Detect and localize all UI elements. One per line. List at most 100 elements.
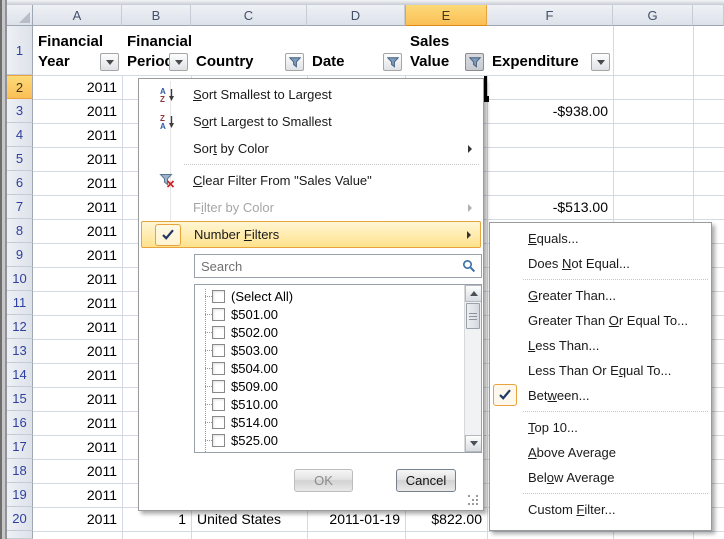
value-checkbox[interactable] xyxy=(212,452,225,453)
search-icon[interactable] xyxy=(462,259,476,273)
row-header-19[interactable]: 19 xyxy=(7,483,33,507)
row-header-7[interactable]: 7 xyxy=(7,195,33,219)
row-header-5[interactable]: 5 xyxy=(7,147,33,171)
cell-F7[interactable]: -$513.00 xyxy=(487,195,613,219)
row-header-17[interactable]: 17 xyxy=(7,435,33,459)
row-header-4[interactable]: 4 xyxy=(7,123,33,147)
scroll-down-button[interactable] xyxy=(465,435,482,452)
fill-handle[interactable] xyxy=(484,96,489,102)
cell-A10[interactable]: 2011 xyxy=(33,267,122,291)
cell-A13[interactable]: 2011 xyxy=(33,339,122,363)
field-header-D1[interactable]: Date xyxy=(307,26,405,75)
submenu-item-greater-than[interactable]: Greater Than... xyxy=(490,283,711,308)
row-header-20[interactable]: 20 xyxy=(7,507,33,531)
list-scrollbar[interactable] xyxy=(464,285,481,452)
row-header-16[interactable]: 16 xyxy=(7,411,33,435)
menu-item-clear-filter[interactable]: Clear Filter From "Sales Value" xyxy=(141,167,481,194)
filter-button-D[interactable] xyxy=(383,53,402,71)
submenu-item-less-than[interactable]: Less Than... xyxy=(490,333,711,358)
row-header-12[interactable]: 12 xyxy=(7,315,33,339)
menu-item-filter-by-color[interactable]: Filter by Color xyxy=(141,194,481,221)
filter-value-option[interactable]: $501.00 xyxy=(195,305,464,323)
row-header-11[interactable]: 11 xyxy=(7,291,33,315)
row-header-9[interactable]: 9 xyxy=(7,243,33,267)
cell-A14[interactable]: 2011 xyxy=(33,363,122,387)
resize-grip[interactable] xyxy=(468,495,480,507)
filter-button-A[interactable] xyxy=(100,53,119,71)
filter-button-F[interactable] xyxy=(591,53,610,71)
menu-item-sort-largest-to-smallest[interactable]: ZASort Largest to Smallest xyxy=(141,108,481,135)
filter-value-option[interactable]: $514.00 xyxy=(195,413,464,431)
field-header-A1[interactable]: FinancialYear xyxy=(33,26,122,75)
value-checkbox[interactable] xyxy=(212,308,225,321)
column-header-G[interactable]: G xyxy=(613,5,693,26)
row-header-15[interactable]: 15 xyxy=(7,387,33,411)
cell-F3[interactable]: -$938.00 xyxy=(487,99,613,123)
cell-A17[interactable]: 2011 xyxy=(33,435,122,459)
column-header-E[interactable]: E xyxy=(405,5,487,26)
submenu-item-does-not-equal[interactable]: Does Not Equal... xyxy=(490,251,711,276)
row-header-3[interactable]: 3 xyxy=(7,99,33,123)
row-header-1[interactable]: 1 xyxy=(7,26,33,75)
filter-value-option[interactable]: $525.00 xyxy=(195,431,464,449)
field-header-E1[interactable]: SalesValue xyxy=(405,26,487,75)
menu-item-number-filters[interactable]: Number Filters xyxy=(141,221,481,248)
row-header-partial[interactable] xyxy=(7,531,33,539)
column-header-A[interactable]: A xyxy=(33,5,122,26)
submenu-item-custom-filter[interactable]: Custom Filter... xyxy=(490,497,711,522)
row-header-13[interactable]: 13 xyxy=(7,339,33,363)
submenu-item-below-average[interactable]: Below Average xyxy=(490,465,711,490)
scrollbar-thumb[interactable] xyxy=(466,303,480,329)
menu-item-sort-by-color[interactable]: Sort by Color xyxy=(141,135,481,162)
cell-A16[interactable]: 2011 xyxy=(33,411,122,435)
row-header-18[interactable]: 18 xyxy=(7,459,33,483)
filter-value-option[interactable]: $504.00 xyxy=(195,359,464,377)
column-header-D[interactable]: D xyxy=(307,5,405,26)
column-header-C[interactable]: C xyxy=(191,5,307,26)
menu-item-sort-smallest-to-largest[interactable]: AZSort Smallest to Largest xyxy=(141,81,481,108)
value-checkbox[interactable] xyxy=(212,362,225,375)
filter-value-option[interactable]: $503.00 xyxy=(195,341,464,359)
cell-A11[interactable]: 2011 xyxy=(33,291,122,315)
cell-A2[interactable]: 2011 xyxy=(33,75,122,99)
cell-A4[interactable]: 2011 xyxy=(33,123,122,147)
field-header-F1[interactable]: Expenditure xyxy=(487,26,613,75)
row-header-2[interactable]: 2 xyxy=(7,75,33,99)
column-header-F[interactable]: F xyxy=(487,5,613,26)
filter-value-option[interactable]: (Select All) xyxy=(195,287,464,305)
value-checkbox[interactable] xyxy=(212,326,225,339)
ok-button[interactable]: OK xyxy=(294,469,353,492)
cell-A9[interactable]: 2011 xyxy=(33,243,122,267)
cell-A7[interactable]: 2011 xyxy=(33,195,122,219)
filter-value-option[interactable]: $510.00 xyxy=(195,395,464,413)
cell-A20[interactable]: 2011 xyxy=(33,507,122,531)
cell-A8[interactable]: 2011 xyxy=(33,219,122,243)
value-checkbox[interactable] xyxy=(212,398,225,411)
column-header-partial[interactable] xyxy=(693,5,724,26)
row-header-8[interactable]: 8 xyxy=(7,219,33,243)
submenu-item-greater-than-or-equal-to[interactable]: Greater Than Or Equal To... xyxy=(490,308,711,333)
field-header-B1[interactable]: FinancialPeriod xyxy=(122,26,191,75)
row-header-10[interactable]: 10 xyxy=(7,267,33,291)
submenu-item-equals[interactable]: Equals... xyxy=(490,226,711,251)
select-all-corner[interactable] xyxy=(7,5,33,26)
row-header-14[interactable]: 14 xyxy=(7,363,33,387)
filter-button-B[interactable] xyxy=(169,53,188,71)
filter-value-option-partial[interactable] xyxy=(195,449,464,452)
submenu-item-between[interactable]: Between... xyxy=(490,383,711,408)
row-header-6[interactable]: 6 xyxy=(7,171,33,195)
cell-A12[interactable]: 2011 xyxy=(33,315,122,339)
cell-A6[interactable]: 2011 xyxy=(33,171,122,195)
search-input[interactable] xyxy=(195,258,462,275)
field-header-C1[interactable]: Country xyxy=(191,26,307,75)
filter-value-option[interactable]: $502.00 xyxy=(195,323,464,341)
cell-A15[interactable]: 2011 xyxy=(33,387,122,411)
filter-button-C[interactable] xyxy=(285,53,304,71)
scroll-up-button[interactable] xyxy=(465,285,482,302)
cell-A19[interactable]: 2011 xyxy=(33,483,122,507)
filter-value-option[interactable]: $509.00 xyxy=(195,377,464,395)
cell-A18[interactable]: 2011 xyxy=(33,459,122,483)
filter-button-E[interactable] xyxy=(465,53,484,71)
submenu-item-less-than-or-equal-to[interactable]: Less Than Or Equal To... xyxy=(490,358,711,383)
cancel-button[interactable]: Cancel xyxy=(396,469,456,492)
